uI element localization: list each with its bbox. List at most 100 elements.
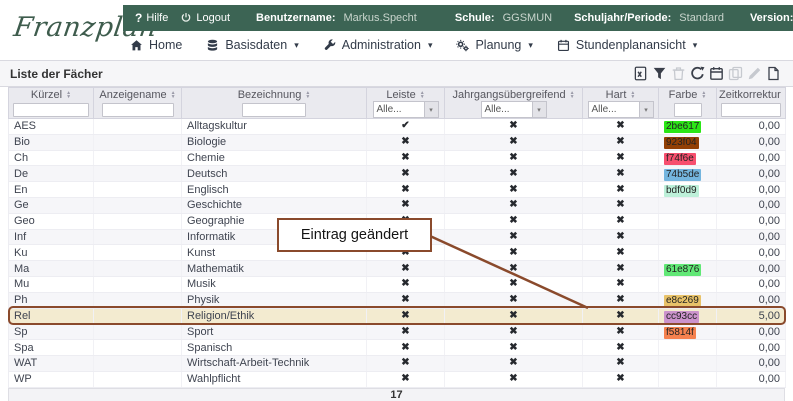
cell-zeitkorrektur: 5,00	[717, 308, 786, 324]
cell-kuerzel: Bio	[9, 134, 94, 150]
nav-item-stundenplanansicht[interactable]: Stundenplanansicht ▾	[557, 38, 697, 52]
column-header-bezeichnung[interactable]: Bezeichnung▲▼	[182, 88, 367, 102]
cell-farbe	[659, 197, 717, 213]
table-row[interactable]: BioBiologie✖✖✖923f040,00	[9, 134, 786, 150]
callout-text: Eintrag geändert	[301, 227, 408, 243]
table-row[interactable]: WATWirtschaft-Arbeit-Technik✖✖✖0,00	[9, 355, 786, 371]
hart-filter-select[interactable]: Alle...▾	[588, 101, 654, 118]
home-icon	[130, 39, 143, 52]
table-row[interactable]: ChChemie✖✖✖f74f6e0,00	[9, 150, 786, 166]
refresh-icon[interactable]	[690, 66, 705, 81]
table-row[interactable]: WPWahlpflicht✖✖✖0,00	[9, 371, 786, 387]
jahrgangsuebergreifend-filter-select[interactable]: Alle...▾	[481, 101, 547, 118]
table-row[interactable]: MaMathematik✖✖✖61e8760,00	[9, 261, 786, 277]
chevron-down-icon: ▾	[639, 102, 653, 117]
cell-kuerzel: Ku	[9, 245, 94, 261]
cross-icon: ✖	[367, 197, 445, 213]
bezeichnung-filter-input[interactable]	[242, 103, 306, 117]
cross-icon: ✖	[583, 355, 659, 371]
cell-anzeigename	[94, 245, 182, 261]
sort-icon: ▲▼	[171, 91, 176, 99]
leiste-filter-select[interactable]: Alle...▾	[373, 101, 439, 118]
anzeigename-filter-input[interactable]	[102, 103, 174, 117]
color-swatch: f5814f	[664, 327, 696, 339]
nav-item-administration[interactable]: Administration▾	[323, 38, 433, 52]
column-header-anzeigename[interactable]: Anzeigename▲▼	[94, 88, 182, 102]
cell-kuerzel: Ge	[9, 197, 94, 213]
stundenplan-icon	[557, 39, 570, 52]
cell-zeitkorrektur: 0,00	[717, 182, 786, 198]
color-swatch: 2be617	[664, 121, 701, 133]
column-header-farbe[interactable]: Farbe▲▼	[659, 88, 717, 102]
cell-farbe: f74f6e	[659, 150, 717, 166]
nav-item-label: Stundenplanansicht	[576, 38, 686, 52]
cell-bezeichnung: Alltagskultur	[182, 119, 367, 135]
logout-link[interactable]: Logout	[180, 12, 230, 24]
calendar-icon[interactable]	[709, 66, 724, 81]
table-row[interactable]: DeDeutsch✖✖✖74b5de0,00	[9, 166, 786, 182]
nav-item-home[interactable]: Home	[130, 38, 182, 52]
filter-icon[interactable]	[652, 66, 667, 81]
cell-anzeigename	[94, 355, 182, 371]
cell-anzeigename	[94, 261, 182, 277]
cell-zeitkorrektur: 0,00	[717, 245, 786, 261]
cell-zeitkorrektur: 0,00	[717, 119, 786, 135]
franzplan-app: Franzplan ? Hilfe Logout Benutzername: M…	[0, 0, 793, 401]
cross-icon: ✖	[445, 245, 583, 261]
cross-icon: ✖	[367, 355, 445, 371]
cell-bezeichnung: Musik	[182, 276, 367, 292]
cell-farbe	[659, 213, 717, 229]
cross-icon: ✖	[367, 340, 445, 356]
school-value: GGSMUN	[503, 12, 553, 24]
version-label: Version:	[750, 12, 793, 24]
zeitkorrektur-filter-input[interactable]	[721, 103, 781, 117]
column-header-leiste[interactable]: Leiste▲▼	[367, 88, 445, 102]
cell-zeitkorrektur: 0,00	[717, 324, 786, 340]
cross-icon: ✖	[445, 213, 583, 229]
cell-zeitkorrektur: 0,00	[717, 292, 786, 308]
chevron-down-icon: ▾	[424, 102, 438, 117]
cell-anzeigename	[94, 340, 182, 356]
table-footer: 17	[8, 388, 785, 401]
planung-icon	[456, 39, 469, 52]
page-title: Liste der Fächer	[10, 67, 103, 81]
help-link[interactable]: ? Hilfe	[135, 11, 168, 25]
cross-icon: ✖	[583, 261, 659, 277]
column-header-kuerzel[interactable]: Kürzel▲▼	[9, 88, 94, 102]
cross-icon: ✖	[583, 340, 659, 356]
new-entry-icon[interactable]	[766, 66, 781, 81]
delete-icon	[671, 66, 686, 81]
table-row[interactable]: RelReligion/Ethik✖✖✖cc93cc5,00	[9, 308, 786, 324]
kuerzel-filter-input[interactable]	[13, 103, 89, 117]
panel-toolbar	[633, 66, 783, 81]
column-header-hart[interactable]: Hart▲▼	[583, 88, 659, 102]
cell-bezeichnung: Spanisch	[182, 340, 367, 356]
nav-item-planung[interactable]: Planung▾	[456, 38, 532, 52]
cell-kuerzel: Inf	[9, 229, 94, 245]
column-header-jahrgangsuebergreifend[interactable]: Jahrgangsübergreifend▲▼	[445, 88, 583, 102]
cell-farbe: cc93cc	[659, 308, 717, 324]
cell-farbe: 923f04	[659, 134, 717, 150]
column-header-zeitkorrektur[interactable]: Zeitkorrektur▲▼	[717, 88, 786, 102]
table-row[interactable]: PhPhysik✖✖✖e8c2690,00	[9, 292, 786, 308]
export-excel-icon[interactable]	[633, 66, 648, 81]
table-row[interactable]: AESAlltagskultur✔✖✖2be6170,00	[9, 119, 786, 135]
edit-icon	[747, 66, 762, 81]
cross-icon: ✖	[583, 197, 659, 213]
cell-kuerzel: Sp	[9, 324, 94, 340]
chevron-down-icon: ▾	[693, 40, 698, 51]
table-row[interactable]: MuMusik✖✖✖0,00	[9, 276, 786, 292]
nav-item-basisdaten[interactable]: Basisdaten▾	[206, 38, 298, 52]
panel-header: Liste der Fächer	[0, 60, 793, 87]
table-row[interactable]: SpSport✖✖✖f5814f0,00	[9, 324, 786, 340]
farbe-filter-input[interactable]	[674, 103, 702, 117]
table-row[interactable]: EnEnglisch✖✖✖bdf0d90,00	[9, 182, 786, 198]
table-row[interactable]: SpaSpanisch✖✖✖0,00	[9, 340, 786, 356]
cell-bezeichnung: Wahlpflicht	[182, 371, 367, 387]
cross-icon: ✖	[583, 371, 659, 387]
top-status-bar: ? Hilfe Logout Benutzername: Markus.Spec…	[123, 5, 793, 31]
chevron-down-icon: ▾	[428, 40, 433, 51]
table-row[interactable]: GeGeschichte✖✖✖0,00	[9, 197, 786, 213]
cross-icon: ✖	[367, 308, 445, 324]
app-header: Franzplan ? Hilfe Logout Benutzername: M…	[0, 0, 793, 60]
